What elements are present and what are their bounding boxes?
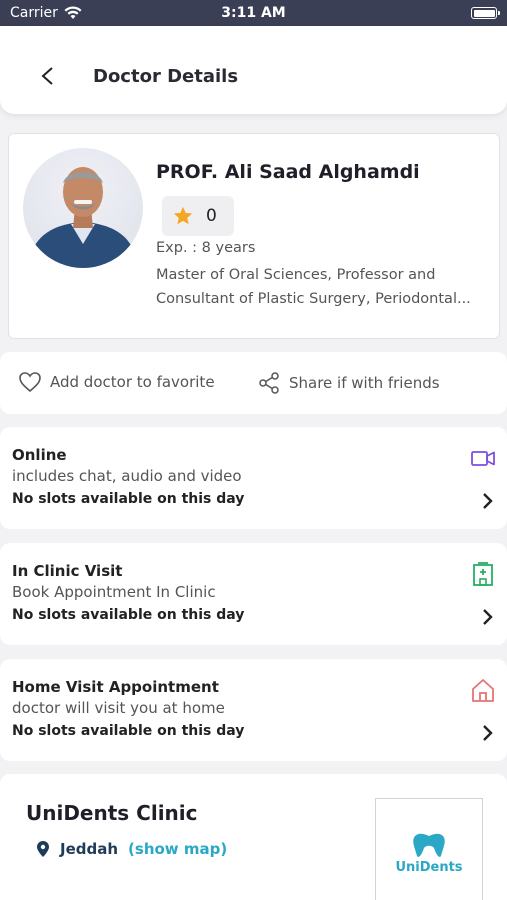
show-map-link[interactable]: (show map) xyxy=(128,840,227,858)
doctor-experience: Exp. : 8 years xyxy=(156,240,256,256)
chevron-right-icon[interactable] xyxy=(481,723,495,743)
clinic-logo-text: UniDents xyxy=(395,859,463,875)
doctor-photo-icon xyxy=(28,167,138,268)
doctor-name: PROF. Ali Saad Alghamdi xyxy=(156,161,420,183)
status-bar: Carrier 3:11 AM xyxy=(0,0,507,26)
chevron-right-icon[interactable] xyxy=(481,607,495,627)
doctor-avatar xyxy=(23,148,143,268)
location-pin-icon xyxy=(37,841,49,857)
visit-status: No slots available on this day xyxy=(12,607,245,623)
video-icon xyxy=(471,451,495,466)
visit-subtitle: includes chat, audio and video xyxy=(12,467,242,485)
page-title: Doctor Details xyxy=(93,66,239,87)
visit-subtitle: Book Appointment In Clinic xyxy=(12,583,216,601)
actions-card: Add doctor to favorite Share if with fri… xyxy=(0,352,507,414)
tooth-icon xyxy=(413,833,445,857)
in-clinic-visit-card[interactable]: In Clinic Visit Book Appointment In Clin… xyxy=(0,543,507,645)
doctor-description: Master of Oral Sciences, Professor and C… xyxy=(156,263,491,311)
hospital-icon xyxy=(473,562,493,586)
header: Doctor Details xyxy=(0,26,507,114)
rating-value: 0 xyxy=(206,206,217,226)
chevron-right-icon[interactable] xyxy=(481,491,495,511)
online-visit-card[interactable]: Online includes chat, audio and video No… xyxy=(0,427,507,529)
battery-icon xyxy=(471,7,500,19)
visit-status: No slots available on this day xyxy=(12,723,245,739)
visit-title: In Clinic Visit xyxy=(12,562,123,580)
visit-status: No slots available on this day xyxy=(12,491,245,507)
clinic-logo: UniDents xyxy=(375,798,483,900)
share-icon xyxy=(259,372,279,394)
home-icon xyxy=(472,679,494,702)
visit-title: Online xyxy=(12,446,67,464)
doctor-profile-card: PROF. Ali Saad Alghamdi 0 Exp. : 8 years… xyxy=(8,133,500,339)
description-line-2: Consultant of Plastic Surgery, Periodont… xyxy=(156,291,471,307)
share-label: Share if with friends xyxy=(289,374,440,392)
back-arrow-icon[interactable] xyxy=(36,64,60,88)
add-favorite-button[interactable]: Add doctor to favorite xyxy=(18,371,215,393)
share-button[interactable]: Share if with friends xyxy=(257,371,440,395)
rating-badge: 0 xyxy=(162,196,234,236)
wifi-icon xyxy=(64,6,82,19)
heart-icon xyxy=(19,372,41,393)
clinic-name: UniDents Clinic xyxy=(26,801,198,825)
description-line-1: Master of Oral Sciences, Professor and xyxy=(156,267,436,283)
clinic-city: Jeddah xyxy=(60,840,119,858)
home-visit-card[interactable]: Home Visit Appointment doctor will visit… xyxy=(0,659,507,761)
clinic-location: Jeddah (show map) xyxy=(36,840,227,858)
star-icon xyxy=(173,206,193,225)
status-left: Carrier xyxy=(10,5,82,21)
visit-subtitle: doctor will visit you at home xyxy=(12,699,225,717)
add-favorite-label: Add doctor to favorite xyxy=(50,373,215,391)
visit-title: Home Visit Appointment xyxy=(12,678,219,696)
clinic-card: UniDents Clinic Jeddah (show map) UniDen… xyxy=(0,774,507,900)
carrier-label: Carrier xyxy=(10,5,58,21)
